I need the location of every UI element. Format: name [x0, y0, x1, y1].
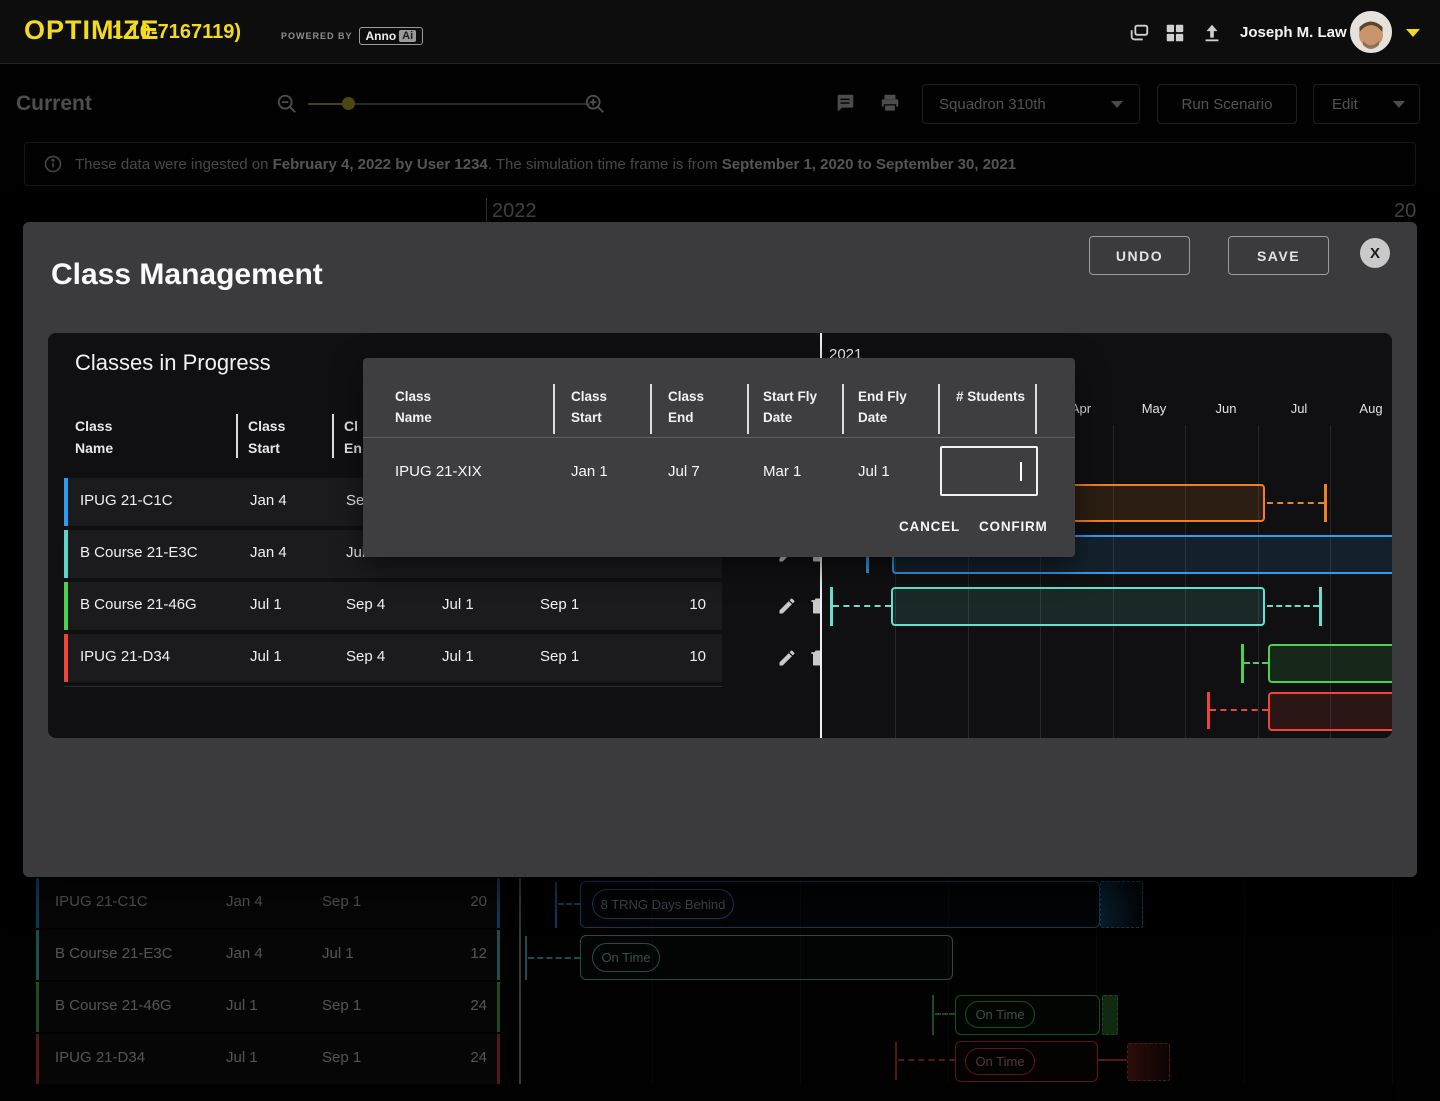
- powered-by-label: POWERED BY: [281, 31, 353, 41]
- cell-fly-start: Jul 1: [442, 648, 474, 665]
- cell-class-start: Jul 1: [250, 648, 282, 665]
- gantt-bar-tick: [1319, 587, 1322, 626]
- gantt-bar-dash: [1267, 605, 1319, 607]
- cell-class-start: Jan 4: [250, 492, 287, 509]
- brand-badge: Anno Ai: [359, 27, 424, 45]
- edit-pencil-icon[interactable]: [777, 648, 797, 668]
- text-cursor: [1020, 462, 1022, 481]
- cell-fly-start: Jul 1: [442, 596, 474, 613]
- cell-students: 10: [689, 596, 706, 613]
- popup-col-class-name: ClassName: [395, 386, 432, 428]
- user-avatar[interactable]: [1350, 11, 1392, 53]
- upload-icon[interactable]: [1201, 22, 1223, 44]
- brand-suffix: Ai: [399, 30, 416, 42]
- class-row[interactable]: IPUG 21-D34 Jul 1 Sep 4 Jul 1 Sep 1 10: [64, 634, 722, 682]
- popup-value-class-name: IPUG 21-XIX: [395, 463, 482, 480]
- popup-col-class-end: ClassEnd: [668, 386, 704, 428]
- save-button[interactable]: SAVE: [1228, 236, 1329, 275]
- cell-class-start: Jul 1: [250, 596, 282, 613]
- top-header: OPTIMIZE 1.10-7167119) POWERED BY Anno A…: [0, 0, 1440, 64]
- popup-col-start-fly: Start FlyDate: [763, 386, 817, 428]
- cell-fly-end: Sep 1: [540, 648, 579, 665]
- gantt-bar-dash: [1210, 709, 1268, 711]
- column-divider: [236, 414, 238, 458]
- save-label: SAVE: [1257, 248, 1300, 264]
- windows-stack-icon[interactable]: [1128, 22, 1150, 44]
- popup-value-start-fly: Mar 1: [763, 463, 801, 480]
- gantt-bar-tick: [1324, 484, 1327, 522]
- undo-label: UNDO: [1116, 248, 1163, 264]
- edit-pencil-icon[interactable]: [777, 596, 797, 616]
- gantt-gridline: [1258, 425, 1259, 738]
- cell-class-name: B Course 21-E3C: [80, 544, 198, 561]
- undo-button[interactable]: UNDO: [1089, 236, 1190, 275]
- column-divider: [1035, 384, 1037, 434]
- popup-header-separator: [363, 437, 1075, 438]
- class-row[interactable]: B Course 21-46G Jul 1 Sep 4 Jul 1 Sep 1 …: [64, 582, 722, 630]
- col-header-class-end: ClEn: [344, 415, 362, 459]
- popup-value-class-start: Jan 1: [571, 463, 608, 480]
- column-divider: [553, 384, 555, 434]
- brand-name: Anno: [366, 29, 397, 43]
- cancel-button[interactable]: CANCEL: [899, 519, 960, 534]
- gantt-bar-dash: [1267, 502, 1324, 504]
- gantt-bar-dash: [1244, 662, 1268, 664]
- class-management-modal: Class Management UNDO SAVE X Classes in …: [23, 222, 1417, 877]
- table-bottom-divider: [64, 686, 722, 687]
- column-divider: [650, 384, 652, 434]
- powered-by: POWERED BY Anno Ai: [281, 27, 423, 45]
- month-label: Jul: [1269, 401, 1329, 416]
- cell-class-end: Sep 4: [346, 648, 385, 665]
- gantt-bar-green[interactable]: [1268, 644, 1392, 683]
- cell-students: 10: [689, 648, 706, 665]
- month-label: Jun: [1196, 401, 1256, 416]
- col-header-class-name: ClassName: [75, 415, 113, 459]
- column-divider: [747, 384, 749, 434]
- cell-class-name: IPUG 21-D34: [80, 648, 170, 665]
- user-menu-caret-icon[interactable]: [1406, 29, 1420, 37]
- popup-value-end-fly: Jul 1: [858, 463, 890, 480]
- app-version: 1.10-7167119): [112, 21, 241, 44]
- column-divider: [332, 414, 334, 458]
- edit-class-popup: ClassName ClassStart ClassEnd Start FlyD…: [363, 358, 1075, 557]
- gantt-bar-teal[interactable]: [891, 587, 1265, 626]
- popup-col-class-start: ClassStart: [571, 386, 607, 428]
- gantt-bar-red[interactable]: [1268, 692, 1392, 731]
- modal-title: Class Management: [51, 258, 323, 292]
- popup-value-class-end: Jul 7: [668, 463, 700, 480]
- cell-fly-end: Sep 1: [540, 596, 579, 613]
- confirm-button[interactable]: CONFIRM: [979, 519, 1048, 534]
- cell-class-name: IPUG 21-C1C: [80, 492, 173, 509]
- column-divider: [842, 384, 844, 434]
- cell-class-start: Jan 4: [250, 544, 287, 561]
- panel-title: Classes in Progress: [75, 350, 271, 376]
- cell-class-name: B Course 21-46G: [80, 596, 197, 613]
- column-divider: [938, 384, 940, 434]
- month-label: Aug: [1341, 401, 1392, 416]
- gantt-gridline: [1113, 425, 1114, 738]
- month-label: May: [1124, 401, 1184, 416]
- cell-class-end: Sep 4: [346, 596, 385, 613]
- dashboard-grid-icon[interactable]: [1164, 22, 1186, 44]
- user-name: Joseph M. Law: [1240, 24, 1347, 41]
- col-header-class-start: ClassStart: [248, 415, 285, 459]
- popup-col-students: # Students: [956, 386, 1025, 407]
- close-icon: X: [1370, 245, 1380, 262]
- app-root: OPTIMIZE 1.10-7167119) POWERED BY Anno A…: [0, 0, 1440, 1101]
- popup-col-end-fly: End FlyDate: [858, 386, 907, 428]
- students-input[interactable]: [940, 446, 1038, 496]
- gantt-bar-dash: [833, 605, 891, 607]
- close-button[interactable]: X: [1360, 238, 1390, 268]
- gantt-gridline: [1185, 425, 1186, 738]
